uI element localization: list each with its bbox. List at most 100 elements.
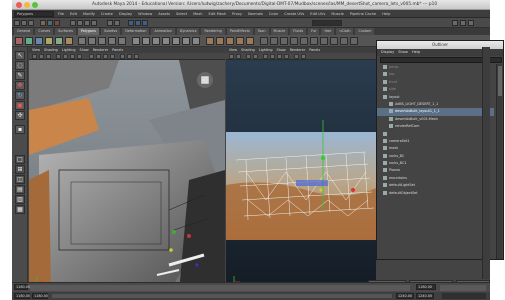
shadows-icon[interactable]: [120, 54, 125, 59]
time-start-field[interactable]: 1180.00: [14, 284, 30, 290]
minimize-window-icon[interactable]: [24, 2, 30, 8]
outliner-item[interactable]: Planes: [377, 167, 494, 174]
film-gate-icon[interactable]: [70, 54, 75, 59]
outliner-item[interactable]: defaultLightSet: [377, 182, 494, 189]
menu-edit-uvs[interactable]: Edit UVs: [310, 12, 325, 16]
scale-icon[interactable]: ▣: [15, 101, 25, 110]
lights-icon[interactable]: [110, 54, 115, 59]
shelf-tab-fur[interactable]: Fur: [308, 28, 320, 35]
menu-proxy[interactable]: Proxy: [232, 12, 242, 16]
time-slider-track[interactable]: [30, 285, 410, 291]
bridge-icon[interactable]: [142, 37, 150, 45]
select-hierarchy-icon[interactable]: [40, 20, 46, 26]
snap-grid-icon[interactable]: [70, 20, 76, 26]
menu-display[interactable]: Display: [119, 12, 132, 16]
automatic-map-icon[interactable]: [246, 37, 254, 45]
time-slider[interactable]: 1180.00 1180.00: [12, 282, 490, 292]
film-gate-icon[interactable]: [253, 54, 258, 59]
persp-outliner-layout-icon[interactable]: ▤: [15, 185, 25, 194]
scrollbar-thumb[interactable]: [498, 66, 502, 96]
zoom-window-icon[interactable]: [32, 2, 38, 8]
menu-assets[interactable]: Assets: [158, 12, 170, 16]
shelf-tab-animation[interactable]: Animation: [151, 28, 175, 35]
persp-graph-layout-icon[interactable]: ▥: [15, 195, 25, 204]
range-slider-bar[interactable]: [52, 294, 392, 298]
playback-controls[interactable]: [440, 285, 486, 291]
duplicate-face-icon[interactable]: [340, 37, 348, 45]
construction-history-icon[interactable]: [114, 20, 120, 26]
reduce-icon[interactable]: [280, 37, 288, 45]
outliner-item[interactable]: desertAsBuilt_layout1_1_1: [377, 108, 494, 116]
universal-manipulator-icon[interactable]: ✣: [15, 111, 25, 120]
select-object-icon[interactable]: [47, 20, 53, 26]
grid-toggle-icon[interactable]: [246, 54, 251, 59]
soft-select-icon[interactable]: [270, 37, 278, 45]
merge-icon[interactable]: [192, 37, 200, 45]
outliner-item[interactable]: AdBS_LIGHT_DESERT_1_1: [377, 101, 494, 108]
smooth-shade-icon[interactable]: [96, 54, 101, 59]
sculpt-tool-icon[interactable]: [260, 37, 268, 45]
outliner-item[interactable]: renderRefCam: [377, 123, 494, 130]
wireframe-icon[interactable]: [89, 54, 94, 59]
outliner-item[interactable]: mask: [377, 145, 494, 152]
smooth-icon[interactable]: [108, 37, 116, 45]
combine-icon[interactable]: [78, 37, 86, 45]
offset-edge-loop-icon[interactable]: [182, 37, 190, 45]
viewport-persp[interactable]: View Shading Lighting Show Renderer Panels: [29, 47, 225, 292]
poly-torus-icon[interactable]: [65, 37, 73, 45]
camera-attributes-icon[interactable]: [39, 54, 44, 59]
shelf-tab-fluids[interactable]: Fluids: [290, 28, 307, 35]
menu-create-uvs[interactable]: Create UVs: [284, 12, 304, 16]
poly-cylinder-icon[interactable]: [35, 37, 43, 45]
outliner-item[interactable]: layout: [377, 94, 494, 101]
menu-file[interactable]: File: [58, 12, 64, 16]
outliner-item[interactable]: [377, 131, 494, 138]
four-pane-layout-icon[interactable]: ⊞: [15, 165, 25, 174]
shelf-tab-dynamics[interactable]: Dynamics: [176, 28, 200, 35]
outliner-item[interactable]: rocks_BC1: [377, 160, 494, 167]
ipr-render-icon[interactable]: [135, 20, 141, 26]
grid-toggle-icon[interactable]: [63, 54, 68, 59]
render-frame-icon[interactable]: [128, 20, 134, 26]
shelf-tab-ncloth[interactable]: nCloth: [336, 28, 354, 35]
menu-modify[interactable]: Modify: [83, 12, 95, 16]
image-plane-icon[interactable]: [56, 54, 61, 59]
textured-icon[interactable]: [103, 54, 108, 59]
menu-create[interactable]: Create: [101, 12, 113, 16]
separate-icon[interactable]: [88, 37, 96, 45]
menu-help[interactable]: Help: [382, 12, 390, 16]
select-camera-icon[interactable]: [229, 54, 234, 59]
shelf-tab-general[interactable]: General: [14, 28, 34, 35]
quadrangulate-icon[interactable]: [310, 37, 318, 45]
save-scene-icon[interactable]: [28, 20, 34, 26]
history-icon[interactable]: [107, 20, 113, 26]
shelf-tab-deformation[interactable]: Deformation: [122, 28, 150, 35]
menu-muscle[interactable]: Muscle: [331, 12, 343, 16]
shelf-tab-curves[interactable]: Curves: [35, 28, 54, 35]
view-cube-icon[interactable]: [197, 72, 213, 88]
smooth-shade-icon[interactable]: [270, 54, 275, 59]
outliner-item[interactable]: side: [377, 86, 494, 93]
shelf-tab-polygons[interactable]: Polygons: [77, 28, 99, 35]
outliner-item[interactable]: front: [377, 79, 494, 86]
spherical-map-icon[interactable]: [236, 37, 244, 45]
range-start-field[interactable]: 1180.00: [14, 293, 30, 299]
camera-attributes-icon[interactable]: [236, 54, 241, 59]
outliner-item[interactable]: desertAsBuilt_v001:Mesh: [377, 116, 494, 123]
paint-select-icon[interactable]: ✎: [15, 71, 25, 80]
character-set-menu[interactable]: [442, 293, 486, 299]
shelf-tab-hair[interactable]: Hair: [321, 28, 335, 35]
move-icon[interactable]: ✥: [15, 81, 25, 90]
isolate-select-icon[interactable]: [134, 54, 139, 59]
outliner-item[interactable]: cameraSet1: [377, 138, 494, 145]
select-icon[interactable]: ↖: [15, 51, 25, 60]
shelf-tab-painteffects[interactable]: PaintEffects: [226, 28, 253, 35]
shelf-tab-surfaces[interactable]: Surfaces: [55, 28, 76, 35]
poly-cube-icon[interactable]: [25, 37, 33, 45]
boolean-icon[interactable]: [118, 37, 126, 45]
outliner-scrollbar[interactable]: [496, 64, 502, 259]
extrude-icon[interactable]: [132, 37, 140, 45]
current-time-field[interactable]: 1180.00: [416, 284, 436, 290]
menu-window[interactable]: Window: [138, 12, 152, 16]
outliner-item[interactable]: rocks_BC: [377, 153, 494, 160]
